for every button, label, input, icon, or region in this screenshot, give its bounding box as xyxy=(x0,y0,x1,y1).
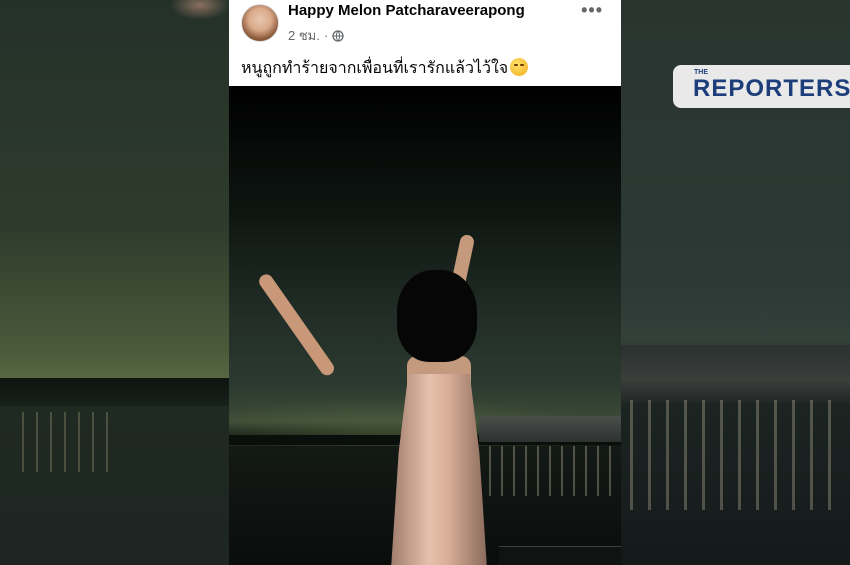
figure-left-arm xyxy=(256,271,337,379)
background-left-panel xyxy=(0,0,229,565)
post-caption: หนูถูกทำร้ายจากเพื่อนที่เรารักแล้วไว้ใจ xyxy=(241,56,529,81)
background-right-buildings xyxy=(621,345,850,403)
boat-edge xyxy=(499,546,621,565)
post-time[interactable]: 2 ชม. xyxy=(288,25,320,46)
the-reporters-logo: THE REPORTERS xyxy=(673,65,850,108)
riverside-buildings xyxy=(479,416,621,442)
worried-face-emoji-icon xyxy=(510,58,529,76)
author-avatar[interactable] xyxy=(241,4,279,42)
caption-text: หนูถูกทำร้ายจากเพื่อนที่เรารักแล้วไว้ใจ xyxy=(241,58,509,77)
post-photo[interactable] xyxy=(229,86,621,565)
figure-hair xyxy=(397,270,477,362)
background-smudge xyxy=(170,0,230,20)
background-right-reflections xyxy=(630,400,840,510)
globe-icon[interactable] xyxy=(332,29,344,42)
logo-small-text: THE xyxy=(694,69,708,76)
logo-brand-text: REPORTERS xyxy=(693,74,850,102)
background-left-reflections xyxy=(22,412,112,472)
facebook-post: Happy Melon Patcharaveerapong 2 ชม. · ••… xyxy=(229,0,621,565)
author-name[interactable]: Happy Melon Patcharaveerapong xyxy=(288,2,525,19)
post-header: Happy Melon Patcharaveerapong 2 ชม. · ••… xyxy=(229,0,621,86)
post-meta: 2 ชม. · xyxy=(288,25,344,46)
figure-dress xyxy=(391,374,487,565)
more-options-button[interactable]: ••• xyxy=(581,0,603,21)
water-reflections xyxy=(489,446,619,496)
meta-separator: · xyxy=(323,28,329,43)
background-left-shore xyxy=(0,378,229,406)
